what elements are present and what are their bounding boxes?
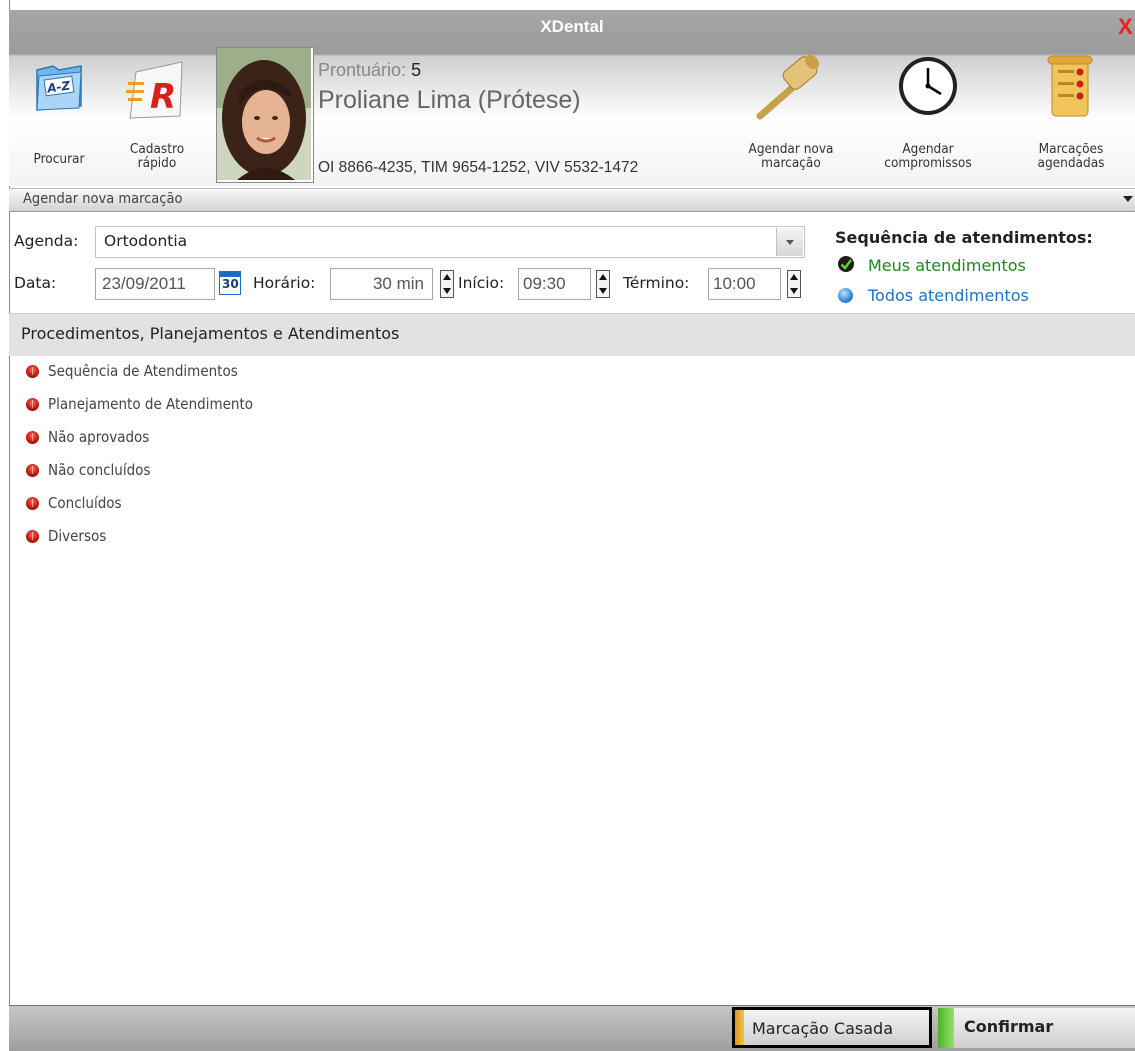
bullet-icon xyxy=(26,431,39,444)
horario-field[interactable]: 30 min xyxy=(330,268,433,300)
marcacoes-label-1: Marcações xyxy=(1038,141,1104,157)
cadastro-rapido-button[interactable]: R Cadastro rápido xyxy=(114,58,200,176)
svg-text:R: R xyxy=(150,77,176,117)
collapse-arrow-icon[interactable] xyxy=(1123,196,1133,202)
list-item-label: Concluídos xyxy=(48,494,122,512)
bullet-icon xyxy=(26,464,39,477)
bullet-icon xyxy=(26,365,39,378)
procurar-label: Procurar xyxy=(33,151,85,167)
data-field[interactable]: 23/09/2011 xyxy=(95,268,215,300)
button-accent xyxy=(938,1008,954,1048)
confirmar-label: Confirmar xyxy=(964,1017,1054,1036)
horario-stepper[interactable] xyxy=(440,270,454,298)
patient-photo xyxy=(216,47,314,183)
agendar-nova-label-2: marcação xyxy=(761,155,821,171)
list-item-label: Sequência de Atendimentos xyxy=(48,362,238,380)
section-title: Agendar nova marcação xyxy=(23,191,183,207)
termino-value: 10:00 xyxy=(713,274,756,293)
list-item-label: Não aprovados xyxy=(48,428,150,446)
scroll-list-icon xyxy=(1047,55,1093,117)
termino-label: Término: xyxy=(623,274,690,292)
cadastro-rapido-label-2: rápido xyxy=(137,155,177,171)
folder-az-icon: A-Z xyxy=(36,65,82,111)
bullet-icon xyxy=(26,398,39,411)
termino-field[interactable]: 10:00 xyxy=(708,268,781,300)
prontuario: Prontuário: 5 xyxy=(318,60,421,81)
agendar-compromissos-button[interactable]: Agendar compromissos xyxy=(866,57,990,176)
todos-atendimentos-option[interactable]: Todos atendimentos xyxy=(868,286,1029,305)
procurar-button[interactable]: A-Z Procurar xyxy=(22,58,96,176)
prontuario-label: Prontuário: xyxy=(318,60,407,80)
agendar-compromissos-label-2: compromissos xyxy=(884,155,972,171)
clock-icon xyxy=(899,57,957,115)
procedures-header: Procedimentos, Planejamentos e Atendimen… xyxy=(9,313,1135,356)
bullet-icon xyxy=(26,530,39,543)
calendar-day: 30 xyxy=(222,277,239,291)
termino-stepper[interactable] xyxy=(787,270,801,298)
horario-value: 30 min xyxy=(372,274,424,293)
list-item-label: Não concluídos xyxy=(48,461,151,479)
meus-atendimentos-option[interactable]: Meus atendimentos xyxy=(868,256,1026,275)
section-bar-agendar[interactable]: Agendar nova marcação xyxy=(9,188,1135,212)
agenda-dropdown-button[interactable] xyxy=(776,228,803,256)
bullet-icon xyxy=(26,497,39,510)
agendar-compromissos-label-1: Agendar xyxy=(902,141,954,157)
inicio-value: 09:30 xyxy=(523,274,566,293)
gavel-icon xyxy=(756,54,819,120)
marcacoes-agendadas-button[interactable]: Marcações agendadas xyxy=(1012,55,1130,176)
agenda-select[interactable]: Ortodontia xyxy=(95,226,805,258)
radio-icon[interactable] xyxy=(838,288,853,303)
agendar-nova-marcacao-button[interactable]: Agendar nova marcação xyxy=(728,54,854,176)
sequencia-title: Sequência de atendimentos: xyxy=(835,228,1093,247)
close-icon[interactable]: X xyxy=(1118,14,1133,40)
inicio-label: Início: xyxy=(458,274,505,292)
calendar-icon[interactable]: 30 xyxy=(219,271,241,295)
patient-phones: OI 8866-4235, TIM 9654-1252, VIV 5532-14… xyxy=(318,159,639,176)
button-accent xyxy=(735,1010,744,1045)
cadastro-rapido-label-1: Cadastro xyxy=(129,141,185,157)
confirmar-button[interactable]: Confirmar xyxy=(938,1008,1135,1048)
marcacoes-label-2: agendadas xyxy=(1037,155,1105,171)
inicio-stepper[interactable] xyxy=(596,270,610,298)
data-value: 23/09/2011 xyxy=(102,274,186,293)
data-label: Data: xyxy=(14,274,57,292)
agenda-label: Agenda: xyxy=(14,232,79,250)
window-title: XDental xyxy=(540,17,604,36)
chevron-down-icon xyxy=(786,240,794,245)
list-item-label: Planejamento de Atendimento xyxy=(48,395,254,413)
cadastro-r-icon: R xyxy=(126,61,183,119)
avatar xyxy=(217,48,311,180)
inicio-field[interactable]: 09:30 xyxy=(518,268,591,300)
prontuario-number: 5 xyxy=(411,60,422,80)
agenda-value: Ortodontia xyxy=(104,232,188,250)
patient-name: Proliane Lima (Prótese) xyxy=(318,86,581,114)
horario-label: Horário: xyxy=(253,274,316,292)
agendar-nova-label-1: Agendar nova xyxy=(748,141,834,157)
list-item-label: Diversos xyxy=(48,527,107,545)
marcacao-casada-label: Marcação Casada xyxy=(752,1019,893,1038)
procedures-header-label: Procedimentos, Planejamentos e Atendimen… xyxy=(21,324,400,343)
marcacao-casada-button[interactable]: Marcação Casada xyxy=(732,1007,932,1048)
check-icon[interactable] xyxy=(838,256,854,272)
